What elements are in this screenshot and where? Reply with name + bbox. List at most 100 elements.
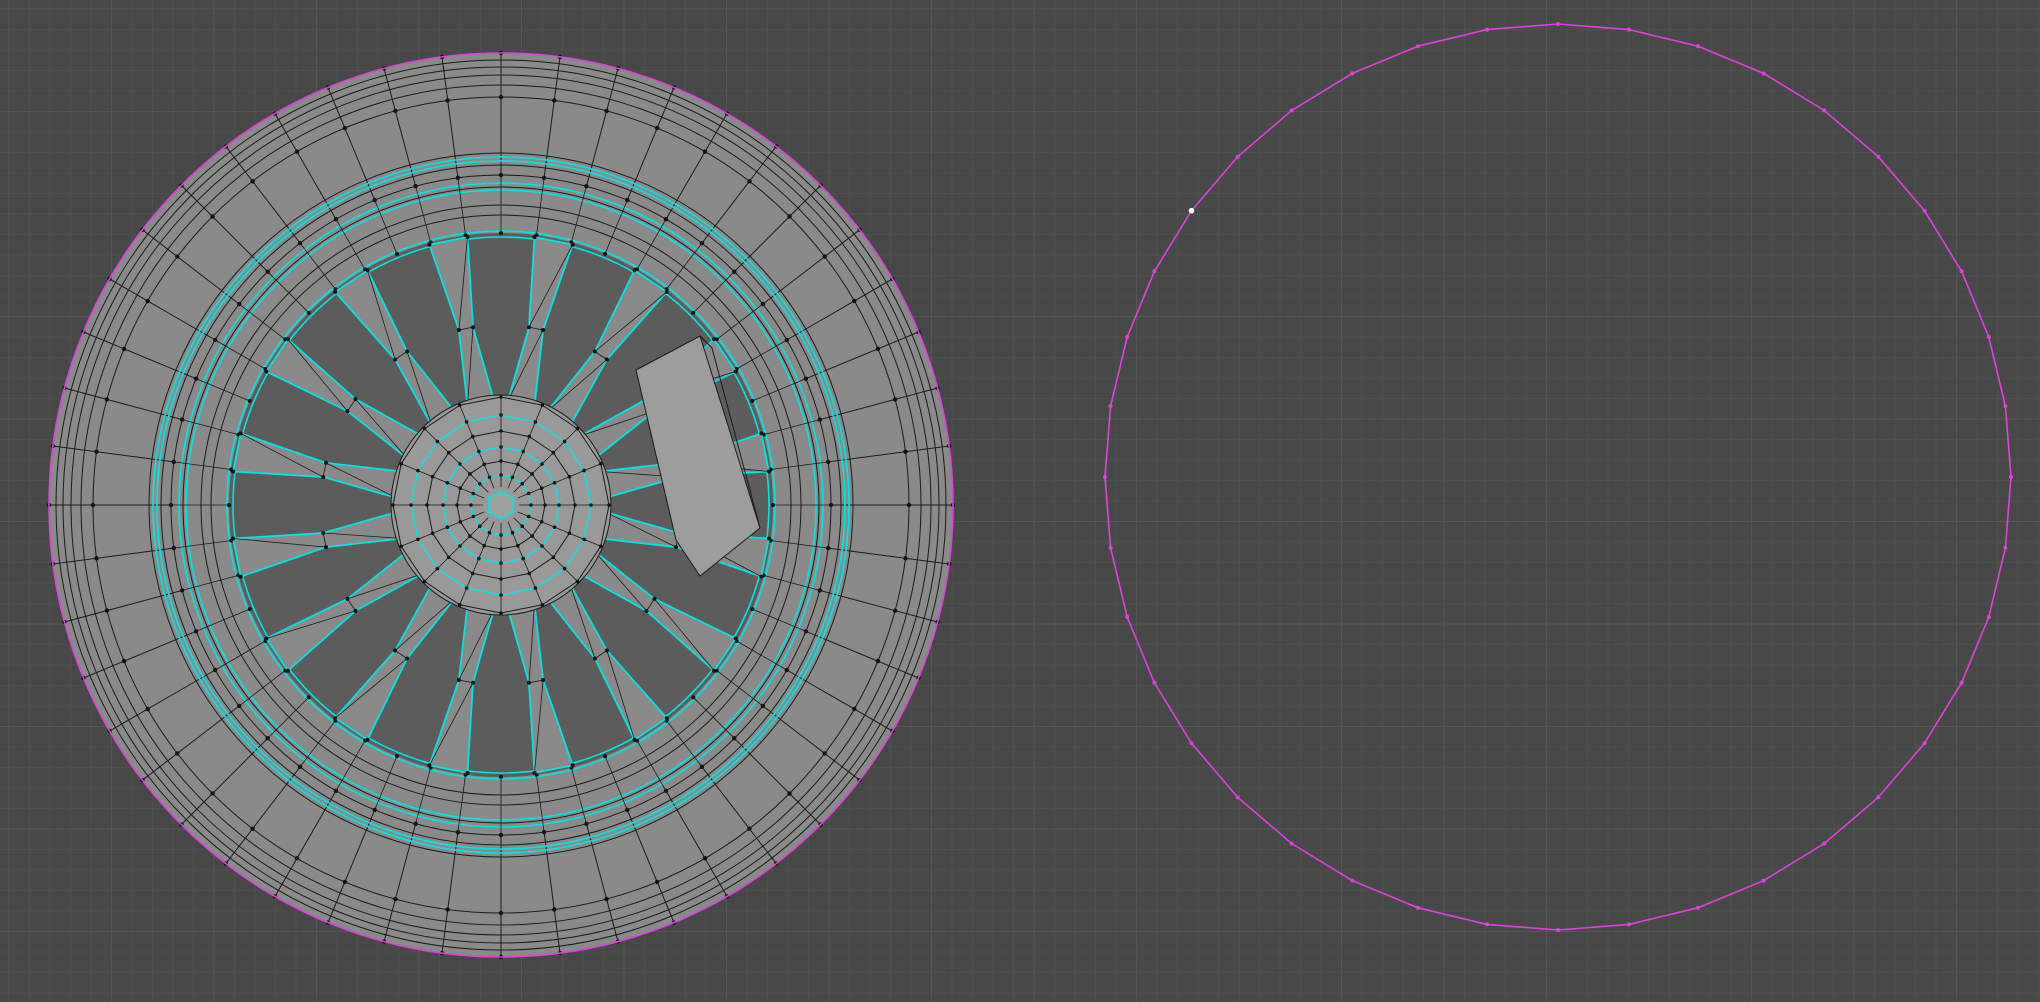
mesh-vertex xyxy=(570,763,575,768)
circle-vertex xyxy=(1822,108,1827,113)
circle-vertex xyxy=(1108,404,1113,409)
mesh-vertex xyxy=(750,398,755,403)
mesh-vertex xyxy=(691,310,696,315)
mesh-vertex xyxy=(465,770,470,775)
mesh-vertex xyxy=(285,668,290,673)
mesh-vertex xyxy=(527,325,531,330)
mesh-vertex xyxy=(787,214,792,219)
mesh-vertex xyxy=(427,763,432,768)
circle-vertex xyxy=(1696,905,1700,910)
circle-vertex xyxy=(1289,108,1294,113)
circle-vertex xyxy=(1485,922,1490,927)
circle-vertex xyxy=(1416,905,1420,910)
mesh-vertex xyxy=(892,608,898,613)
circle-vertex xyxy=(2003,545,2008,550)
wheel-rim-mesh[interactable] xyxy=(46,50,956,960)
mesh-vertex xyxy=(393,648,398,653)
mesh-vertex xyxy=(465,235,470,240)
mesh-vertex xyxy=(766,536,771,541)
circle-vertex xyxy=(1986,615,1991,619)
mesh-vertex xyxy=(394,251,399,256)
mesh-vertex xyxy=(94,556,99,561)
mesh-vertex xyxy=(759,574,764,579)
mesh-vertex xyxy=(592,656,597,661)
mesh-vertex xyxy=(250,826,255,831)
mesh-vertex xyxy=(822,254,827,259)
mesh-vertex xyxy=(345,596,350,601)
circle-vertex xyxy=(1626,922,1631,927)
mesh-vertex xyxy=(264,636,269,641)
mesh-vertex xyxy=(247,398,252,403)
mesh-vertex xyxy=(250,179,255,184)
mesh-vertex xyxy=(294,856,300,861)
mesh-vertex xyxy=(903,556,908,561)
circle-vertex xyxy=(1235,795,1240,800)
circle-vertex xyxy=(1416,44,1420,49)
circle-vertex xyxy=(1189,741,1194,746)
mesh-vertex xyxy=(552,907,557,912)
mesh-vertex xyxy=(405,656,410,661)
mesh-vertex xyxy=(527,680,531,685)
mesh-vertex xyxy=(210,791,215,796)
circle-vertex xyxy=(1986,335,1991,339)
circle-vertex xyxy=(1152,680,1157,685)
mesh-vertex xyxy=(604,896,609,902)
mesh-vertex xyxy=(750,607,755,612)
mesh-vertex xyxy=(499,231,503,235)
circle-vertex xyxy=(1876,154,1881,159)
mesh-vertex xyxy=(532,235,537,240)
mesh-vertex xyxy=(90,502,96,508)
hub xyxy=(390,394,612,616)
mesh-vertex xyxy=(498,910,504,916)
circle-vertex xyxy=(1922,741,1927,746)
mesh-vertex xyxy=(342,125,348,131)
circle-vertex xyxy=(1125,335,1130,339)
mesh-vertex xyxy=(532,770,537,775)
circle-vertex xyxy=(1103,475,1107,479)
mesh-vertex xyxy=(365,268,370,273)
circle-vertex xyxy=(1350,71,1355,76)
mesh-vertex xyxy=(664,289,669,294)
mesh-vertex xyxy=(733,636,738,641)
mesh-vertex xyxy=(145,298,150,304)
mesh-vertex xyxy=(674,545,678,550)
mesh-vertex xyxy=(238,574,243,579)
mesh-vertex xyxy=(353,608,358,613)
3d-viewport[interactable] xyxy=(0,0,2040,1002)
mesh-vertex xyxy=(445,907,450,912)
mesh-vertex xyxy=(456,678,461,682)
circle-vertex xyxy=(2009,475,2013,479)
mesh-vertex xyxy=(691,695,696,700)
mesh-vertex xyxy=(603,251,608,256)
mesh-vertex xyxy=(604,648,609,653)
mesh-vertex xyxy=(121,658,127,664)
mesh-vertex xyxy=(702,149,708,154)
mesh-vertex xyxy=(333,716,338,721)
mesh-vertex xyxy=(541,678,546,682)
mesh-vertex xyxy=(570,242,575,247)
mesh-vertex xyxy=(875,346,881,352)
mesh-vertex xyxy=(306,310,311,315)
active-vertex xyxy=(1188,207,1195,214)
mesh-vertex xyxy=(498,94,504,100)
mesh-vertex xyxy=(456,328,461,332)
mesh-vertex xyxy=(104,608,110,613)
circle-vertex xyxy=(1959,680,1964,685)
circle-vertex xyxy=(1922,208,1927,213)
circle-vertex xyxy=(1761,71,1766,76)
mesh-vertex xyxy=(285,337,290,342)
mesh-vertex xyxy=(231,469,236,474)
mesh-vertex xyxy=(632,268,637,273)
mesh-vertex xyxy=(603,754,608,759)
mesh-vertex xyxy=(104,397,110,402)
hub-center-hex xyxy=(488,490,514,520)
mesh-vertex xyxy=(333,289,338,294)
mesh-vertex xyxy=(499,775,503,779)
mesh-vertex xyxy=(145,706,150,712)
mesh-vertex xyxy=(353,397,358,402)
mesh-vertex xyxy=(247,607,252,612)
mesh-vertex xyxy=(787,791,792,796)
viewport-canvas[interactable] xyxy=(0,0,2040,1002)
mesh-vertex xyxy=(604,108,609,114)
circle-vertex xyxy=(1108,545,1113,550)
